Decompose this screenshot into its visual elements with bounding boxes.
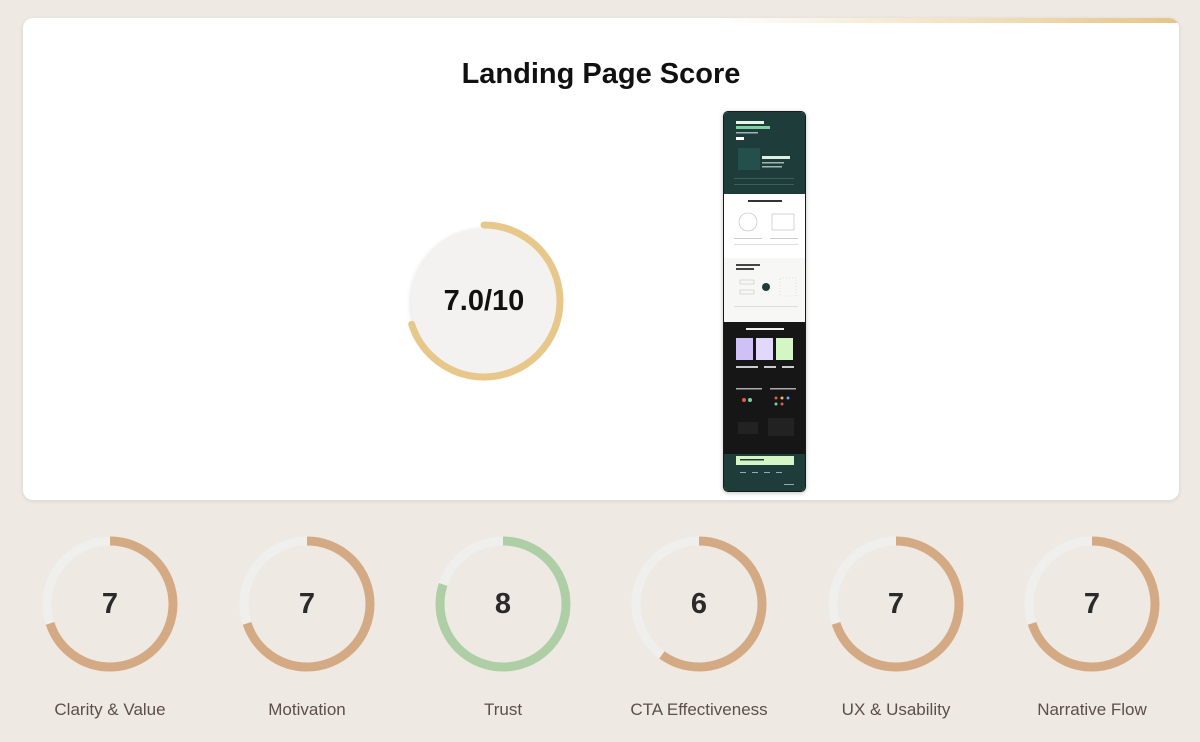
metric-ux-usability: 7 UX & Usability bbox=[796, 534, 996, 724]
metric-score: 7 bbox=[887, 587, 905, 620]
metric-score: 7 bbox=[101, 587, 119, 620]
overall-score-value: 7.0/10 bbox=[443, 284, 525, 317]
metric-gauge: 7 bbox=[40, 534, 180, 674]
metric-gauge: 6 bbox=[629, 534, 769, 674]
metric-label: Narrative Flow bbox=[1037, 700, 1147, 719]
metric-score: 7 bbox=[298, 587, 316, 620]
metric-score: 6 bbox=[690, 587, 708, 620]
metric-label: UX & Usability bbox=[841, 700, 951, 719]
accent-bar bbox=[23, 18, 1179, 23]
landing-page-screenshot-icon bbox=[724, 112, 805, 491]
metric-motivation: 7 Motivation bbox=[207, 534, 407, 724]
metric-trust: 8 Trust bbox=[403, 534, 603, 724]
metric-gauge: 7 bbox=[826, 534, 966, 674]
metric-gauge: 7 bbox=[1022, 534, 1162, 674]
page-title: Landing Page Score bbox=[461, 58, 741, 90]
metric-cta-effectiveness: 6 CTA Effectiveness bbox=[599, 534, 799, 724]
metric-narrative-flow: 7 Narrative Flow bbox=[992, 534, 1192, 724]
score-card: Landing Page Score 7.0/10 bbox=[23, 18, 1179, 500]
metric-gauge: 8 bbox=[433, 534, 573, 674]
metric-label: CTA Effectiveness bbox=[630, 700, 768, 719]
overall-score-gauge: 7.0/10 bbox=[403, 220, 565, 382]
metric-label: Clarity & Value bbox=[54, 700, 166, 719]
landing-page-thumbnail[interactable] bbox=[723, 111, 806, 492]
metric-label: Motivation bbox=[268, 700, 346, 719]
metric-clarity-value: 7 Clarity & Value bbox=[10, 534, 210, 724]
metric-gauge: 7 bbox=[237, 534, 377, 674]
metric-score: 8 bbox=[494, 587, 512, 620]
metric-score: 7 bbox=[1083, 587, 1101, 620]
metric-label: Trust bbox=[483, 700, 523, 719]
